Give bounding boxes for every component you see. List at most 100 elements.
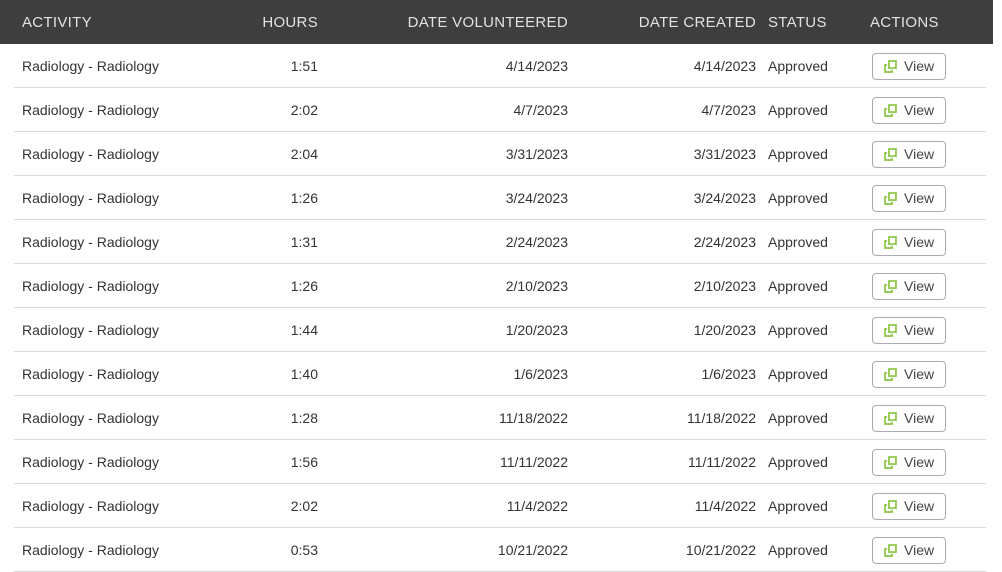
cell-date-created: 1/6/2023 bbox=[701, 366, 757, 382]
cell-actions: View bbox=[864, 316, 986, 344]
cell-activity: Radiology - Radiology bbox=[22, 322, 159, 338]
open-in-window-icon bbox=[884, 191, 897, 205]
open-in-window-icon bbox=[884, 235, 897, 249]
open-in-window-icon bbox=[884, 499, 897, 513]
view-button[interactable]: View bbox=[872, 360, 947, 388]
cell-hours: 1:51 bbox=[290, 58, 318, 74]
cell-activity: Radiology - Radiology bbox=[22, 102, 159, 118]
cell-activity: Radiology - Radiology bbox=[22, 190, 159, 206]
cell-activity: Radiology - Radiology bbox=[22, 146, 159, 162]
view-button[interactable]: View bbox=[872, 52, 947, 80]
cell-actions: View bbox=[864, 360, 986, 388]
cell-date-volunteered: 2/10/2023 bbox=[505, 278, 568, 294]
table-row: Radiology - Radiology 2:02 4/7/2023 4/7/… bbox=[0, 88, 993, 132]
column-header-date-volunteered: DATE VOLUNTEERED bbox=[407, 13, 568, 31]
table-row: Radiology - Radiology 1:44 1/20/2023 1/2… bbox=[0, 308, 993, 352]
cell-date-created: 3/24/2023 bbox=[693, 190, 756, 206]
view-button[interactable]: View bbox=[872, 140, 947, 168]
cell-date-created: 2/24/2023 bbox=[693, 234, 756, 250]
status-badge: Approved bbox=[768, 190, 828, 206]
status-badge: Approved bbox=[768, 322, 828, 338]
cell-hours: 1:31 bbox=[290, 234, 318, 250]
cell-hours: 1:28 bbox=[290, 410, 318, 426]
volunteer-hours-table: ACTIVITY HOURS DATE VOLUNTEERED DATE CRE… bbox=[0, 0, 993, 572]
column-header-hours: HOURS bbox=[262, 13, 318, 31]
column-header-activity: ACTIVITY bbox=[22, 13, 92, 31]
column-header-actions: ACTIONS bbox=[870, 13, 939, 31]
view-button[interactable]: View bbox=[872, 184, 947, 212]
view-button[interactable]: View bbox=[872, 492, 947, 520]
view-button[interactable]: View bbox=[872, 448, 947, 476]
status-badge: Approved bbox=[768, 410, 828, 426]
cell-date-created: 2/10/2023 bbox=[693, 278, 756, 294]
cell-activity: Radiology - Radiology bbox=[22, 58, 159, 74]
view-button[interactable]: View bbox=[872, 272, 947, 300]
open-in-window-icon bbox=[884, 103, 897, 117]
view-button-label: View bbox=[904, 102, 935, 118]
view-button[interactable]: View bbox=[872, 536, 947, 564]
table-body: Radiology - Radiology 1:51 4/14/2023 4/1… bbox=[0, 44, 993, 572]
view-button[interactable]: View bbox=[872, 96, 947, 124]
table-row: Radiology - Radiology 1:56 11/11/2022 11… bbox=[0, 440, 993, 484]
open-in-window-icon bbox=[884, 367, 897, 381]
view-button[interactable]: View bbox=[872, 316, 947, 344]
cell-date-created: 11/4/2022 bbox=[694, 498, 756, 514]
view-button[interactable]: View bbox=[872, 228, 947, 256]
cell-date-volunteered: 2/24/2023 bbox=[505, 234, 568, 250]
status-badge: Approved bbox=[768, 234, 828, 250]
cell-activity: Radiology - Radiology bbox=[22, 234, 159, 250]
view-button-label: View bbox=[904, 234, 935, 250]
status-badge: Approved bbox=[768, 58, 828, 74]
cell-actions: View bbox=[864, 140, 986, 168]
open-in-window-icon bbox=[884, 59, 897, 73]
view-button[interactable]: View bbox=[872, 404, 947, 432]
view-button-label: View bbox=[904, 498, 935, 514]
status-badge: Approved bbox=[768, 542, 828, 558]
cell-actions: View bbox=[864, 96, 986, 124]
cell-actions: View bbox=[864, 492, 986, 520]
cell-date-volunteered: 4/7/2023 bbox=[513, 102, 569, 118]
table-row: Radiology - Radiology 1:26 2/10/2023 2/1… bbox=[0, 264, 993, 308]
status-badge: Approved bbox=[768, 278, 828, 294]
cell-date-volunteered: 1/6/2023 bbox=[513, 366, 569, 382]
cell-date-created: 11/18/2022 bbox=[686, 410, 756, 426]
view-button-label: View bbox=[904, 410, 935, 426]
column-header-date-created: DATE CREATED bbox=[638, 13, 756, 31]
cell-date-created: 11/11/2022 bbox=[688, 454, 756, 470]
cell-date-volunteered: 3/24/2023 bbox=[505, 190, 568, 206]
cell-date-volunteered: 1/20/2023 bbox=[505, 322, 568, 338]
table-row: Radiology - Radiology 2:04 3/31/2023 3/3… bbox=[0, 132, 993, 176]
table-row: Radiology - Radiology 1:31 2/24/2023 2/2… bbox=[0, 220, 993, 264]
table-row: Radiology - Radiology 1:51 4/14/2023 4/1… bbox=[0, 44, 993, 88]
cell-activity: Radiology - Radiology bbox=[22, 410, 159, 426]
cell-date-created: 4/7/2023 bbox=[701, 102, 757, 118]
open-in-window-icon bbox=[884, 279, 897, 293]
cell-date-volunteered: 11/18/2022 bbox=[498, 410, 568, 426]
status-badge: Approved bbox=[768, 102, 828, 118]
open-in-window-icon bbox=[884, 411, 897, 425]
table-row: Radiology - Radiology 1:40 1/6/2023 1/6/… bbox=[0, 352, 993, 396]
cell-actions: View bbox=[864, 184, 986, 212]
cell-actions: View bbox=[864, 404, 986, 432]
cell-hours: 2:02 bbox=[290, 102, 318, 118]
view-button-label: View bbox=[904, 58, 935, 74]
view-button-label: View bbox=[904, 366, 935, 382]
table-header-row: ACTIVITY HOURS DATE VOLUNTEERED DATE CRE… bbox=[0, 0, 993, 44]
cell-hours: 2:02 bbox=[290, 498, 318, 514]
open-in-window-icon bbox=[884, 323, 897, 337]
cell-actions: View bbox=[864, 272, 986, 300]
cell-hours: 1:26 bbox=[290, 278, 318, 294]
cell-actions: View bbox=[864, 448, 986, 476]
view-button-label: View bbox=[904, 278, 935, 294]
table-row: Radiology - Radiology 1:26 3/24/2023 3/2… bbox=[0, 176, 993, 220]
cell-actions: View bbox=[864, 228, 986, 256]
open-in-window-icon bbox=[884, 147, 897, 161]
status-badge: Approved bbox=[768, 146, 828, 162]
cell-actions: View bbox=[864, 52, 986, 80]
cell-date-created: 10/21/2022 bbox=[685, 542, 756, 558]
view-button-label: View bbox=[904, 542, 935, 558]
cell-hours: 0:53 bbox=[290, 542, 318, 558]
cell-date-volunteered: 11/4/2022 bbox=[506, 498, 568, 514]
cell-activity: Radiology - Radiology bbox=[22, 498, 159, 514]
view-button-label: View bbox=[904, 146, 935, 162]
